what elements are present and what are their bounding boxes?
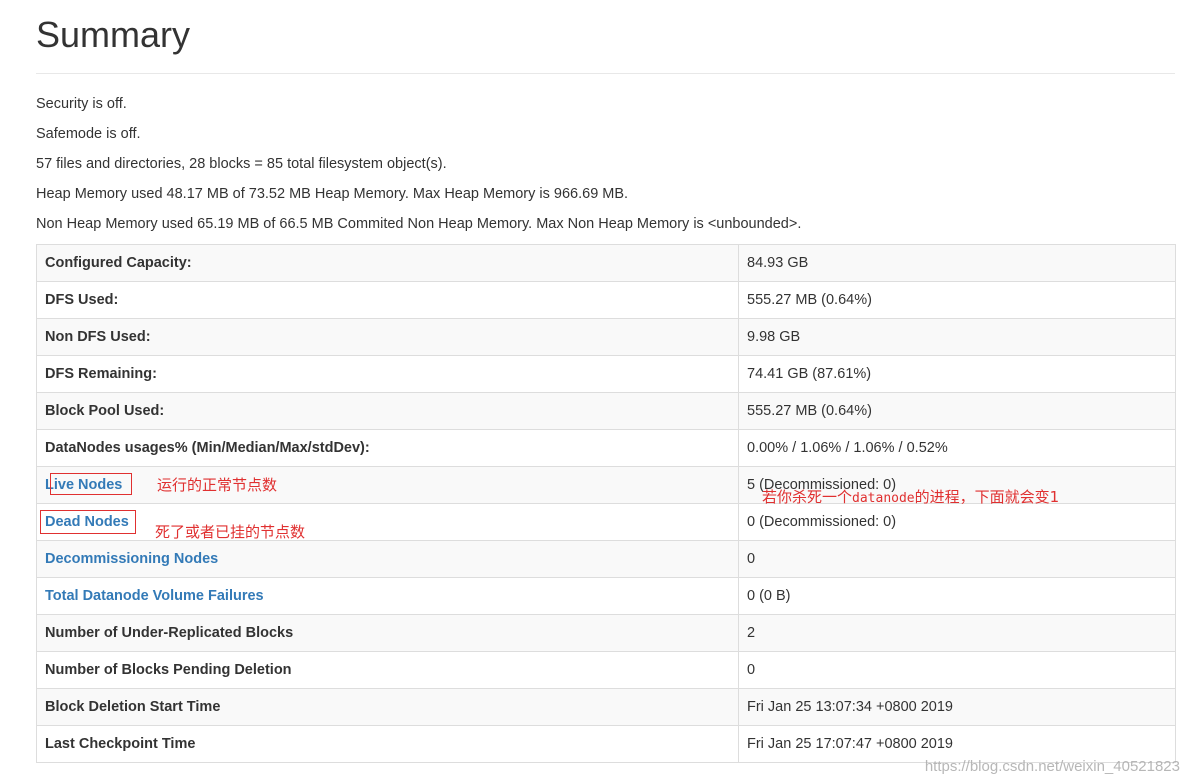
table-row: DFS Used: 555.27 MB (0.64%) [36, 281, 1176, 319]
row-value: 84.93 GB [738, 244, 1176, 282]
row-value: 9.98 GB [738, 318, 1176, 356]
row-label-cell: Dead Nodes [36, 503, 739, 541]
live-nodes-annotation: 运行的正常节点数 [157, 476, 278, 494]
row-value: 555.27 MB (0.64%) [738, 281, 1176, 319]
row-value: 74.41 GB (87.61%) [738, 355, 1176, 393]
row-value: 0.00% / 1.06% / 1.06% / 0.52% [738, 429, 1176, 467]
safemode-status: Safemode is off. [36, 126, 141, 142]
kill-note-suffix: 的进程，下面就会变1 [914, 488, 1060, 506]
kill-note-prefix: 若你杀死一个 [762, 488, 853, 506]
row-label: DataNodes usages% (Min/Median/Max/stdDev… [36, 429, 739, 467]
live-nodes-highlight-box [50, 473, 132, 495]
dead-nodes-annotation: 死了或者已挂的节点数 [155, 523, 306, 541]
row-value: 2 [738, 614, 1176, 652]
row-value: 555.27 MB (0.64%) [738, 392, 1176, 430]
row-label-cell: Total Datanode Volume Failures [36, 577, 739, 615]
table-row: Decommissioning Nodes 0 [36, 540, 1176, 578]
dead-nodes-highlight-box [40, 510, 136, 534]
row-label: Block Deletion Start Time [36, 688, 739, 726]
table-row: Configured Capacity: 84.93 GB [36, 244, 1176, 282]
row-value: 0 (Decommissioned: 0) [738, 503, 1176, 541]
table-row: Non DFS Used: 9.98 GB [36, 318, 1176, 356]
row-value: 0 (0 B) [738, 577, 1176, 615]
row-label: Last Checkpoint Time [36, 725, 739, 763]
row-label: Number of Under-Replicated Blocks [36, 614, 739, 652]
row-label: DFS Used: [36, 281, 739, 319]
watermark: https://blog.csdn.net/weixin_40521823 [924, 758, 1180, 775]
row-label: DFS Remaining: [36, 355, 739, 393]
table-row: Block Pool Used: 555.27 MB (0.64%) [36, 392, 1176, 430]
row-label-cell: Decommissioning Nodes [36, 540, 739, 578]
volume-failures-link[interactable]: Total Datanode Volume Failures [45, 588, 264, 604]
heap-memory-summary: Heap Memory used 48.17 MB of 73.52 MB He… [36, 186, 629, 202]
kill-datanode-annotation: 若你杀死一个datanode的进程，下面就会变1 [762, 487, 1059, 509]
kill-note-code: datanode [852, 491, 915, 506]
table-row: DataNodes usages% (Min/Median/Max/stdDev… [36, 429, 1176, 467]
table-row: Number of Blocks Pending Deletion 0 [36, 651, 1176, 689]
row-label: Non DFS Used: [36, 318, 739, 356]
table-row: Block Deletion Start Time Fri Jan 25 13:… [36, 688, 1176, 726]
page-title: Summary [36, 14, 191, 55]
row-label: Block Pool Used: [36, 392, 739, 430]
row-label-cell: Live Nodes [36, 466, 739, 504]
table-row: DFS Remaining: 74.41 GB (87.61%) [36, 355, 1176, 393]
title-divider [36, 73, 1175, 74]
row-value: 0 [738, 540, 1176, 578]
table-row: Last Checkpoint Time Fri Jan 25 17:07:47… [36, 725, 1176, 763]
decommissioning-nodes-link[interactable]: Decommissioning Nodes [45, 551, 218, 567]
table-row: Total Datanode Volume Failures 0 (0 B) [36, 577, 1176, 615]
row-label: Number of Blocks Pending Deletion [36, 651, 739, 689]
table-row: Number of Under-Replicated Blocks 2 [36, 614, 1176, 652]
row-value: Fri Jan 25 13:07:34 +0800 2019 [738, 688, 1176, 726]
row-label: Configured Capacity: [36, 244, 739, 282]
non-heap-memory-summary: Non Heap Memory used 65.19 MB of 66.5 MB… [36, 216, 802, 232]
security-status: Security is off. [36, 96, 127, 112]
filesystem-objects-summary: 57 files and directories, 28 blocks = 85… [36, 156, 447, 172]
row-value: Fri Jan 25 17:07:47 +0800 2019 [738, 725, 1176, 763]
row-value: 0 [738, 651, 1176, 689]
